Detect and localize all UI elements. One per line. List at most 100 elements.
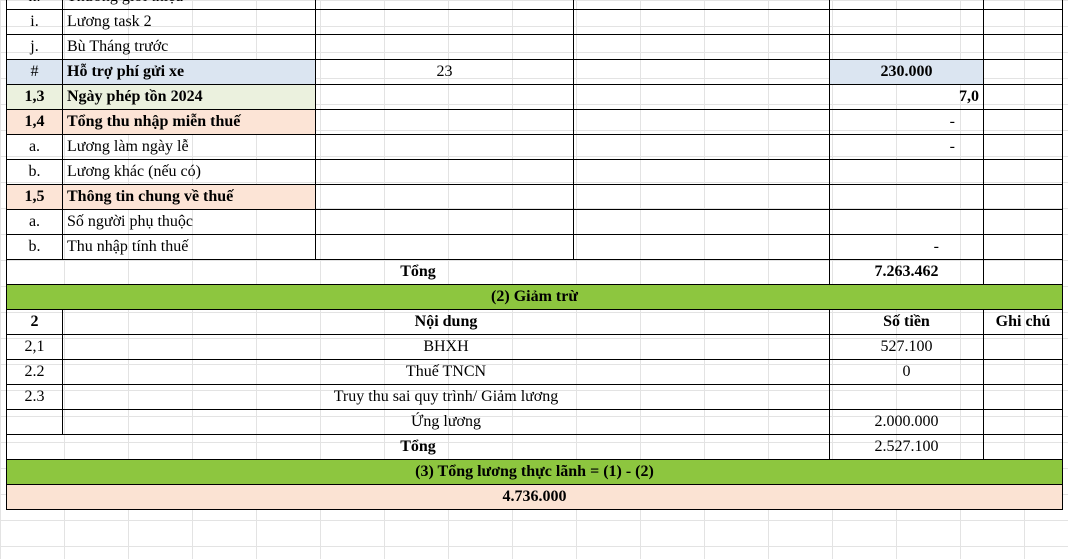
income-row-other: b. Lương khác (nếu có) <box>6 159 1063 185</box>
row-qty[interactable] <box>315 134 574 160</box>
row-amount[interactable] <box>829 159 984 185</box>
row-note[interactable] <box>983 109 1063 135</box>
row-empty[interactable] <box>573 209 830 235</box>
row-no[interactable]: # <box>6 59 63 85</box>
row-amount[interactable]: 527.100 <box>829 334 984 360</box>
row-no[interactable]: b. <box>6 159 63 185</box>
row-empty[interactable] <box>573 84 830 110</box>
row-qty[interactable] <box>315 109 574 135</box>
row-note[interactable] <box>983 234 1063 260</box>
row-desc[interactable]: Ngày phép tồn 2024 <box>62 84 316 110</box>
row-amount[interactable]: 2.000.000 <box>829 409 984 435</box>
row-note[interactable] <box>983 259 1063 285</box>
deduction-row: 2.2 Thuế TNCN 0 <box>6 359 1063 385</box>
row-no[interactable]: j. <box>6 34 63 60</box>
row-qty[interactable] <box>315 34 574 60</box>
row-note[interactable] <box>983 0 1063 10</box>
row-desc[interactable]: BHXH <box>62 334 830 360</box>
net-title[interactable]: (3) Tổng lương thực lãnh = (1) - (2) <box>6 459 1063 485</box>
row-note[interactable] <box>983 434 1063 460</box>
income-row-taxinfo: 1,5 Thông tin chung về thuế <box>6 184 1063 210</box>
row-qty[interactable] <box>315 9 574 35</box>
row-empty[interactable] <box>573 0 830 10</box>
row-amount[interactable] <box>829 184 984 210</box>
row-no[interactable]: a. <box>6 134 63 160</box>
row-no[interactable]: a. <box>6 209 63 235</box>
row-desc[interactable]: Tổng thu nhập miễn thuế <box>62 109 316 135</box>
row-note[interactable] <box>983 84 1063 110</box>
row-note[interactable] <box>983 209 1063 235</box>
row-no[interactable] <box>6 409 63 435</box>
income-row-taxable: b. Thu nhập tính thuế - <box>6 234 1063 260</box>
row-desc[interactable]: Thông tin chung về thuế <box>62 184 316 210</box>
row-note[interactable] <box>983 409 1063 435</box>
row-desc[interactable]: Truy thu sai quy trình/ Giảm lương <box>62 384 830 410</box>
row-empty[interactable] <box>573 34 830 60</box>
row-empty[interactable] <box>573 134 830 160</box>
row-amount[interactable] <box>829 384 984 410</box>
row-empty[interactable] <box>573 184 830 210</box>
row-amount[interactable] <box>829 209 984 235</box>
row-amount[interactable]: 230.000 <box>829 59 984 85</box>
row-amount[interactable]: - <box>829 109 984 135</box>
row-no[interactable]: i. <box>6 9 63 35</box>
row-note[interactable] <box>983 9 1063 35</box>
row-qty[interactable] <box>315 234 574 260</box>
row-amount[interactable]: - <box>829 134 984 160</box>
row-qty[interactable] <box>315 159 574 185</box>
deduction-total-amount[interactable]: 2.527.100 <box>829 434 984 460</box>
row-desc[interactable]: Lương làm ngày lễ <box>62 134 316 160</box>
row-desc[interactable]: Bù Tháng trước <box>62 34 316 60</box>
row-qty[interactable]: 23 <box>315 59 574 85</box>
row-qty[interactable] <box>315 84 574 110</box>
row-desc[interactable]: Thuế TNCN <box>62 359 830 385</box>
row-desc[interactable]: Lương khác (nếu có) <box>62 159 316 185</box>
row-amount[interactable]: - <box>829 234 984 260</box>
row-qty[interactable] <box>315 209 574 235</box>
row-desc[interactable]: Ứng lương <box>62 409 830 435</box>
header-no[interactable]: 2 <box>6 309 63 335</box>
row-empty[interactable] <box>573 234 830 260</box>
row-desc[interactable]: Thu nhập tính thuế <box>62 234 316 260</box>
row-empty[interactable] <box>573 159 830 185</box>
row-desc[interactable]: Thưởng giới thiệu <box>62 0 316 10</box>
row-no[interactable]: 2.3 <box>6 384 63 410</box>
net-amount[interactable]: 4.736.000 <box>6 484 1063 510</box>
row-empty[interactable] <box>573 109 830 135</box>
row-note[interactable] <box>983 159 1063 185</box>
row-amount[interactable] <box>829 9 984 35</box>
header-desc[interactable]: Nội dung <box>62 309 830 335</box>
row-no[interactable]: 1,3 <box>6 84 63 110</box>
row-note[interactable] <box>983 134 1063 160</box>
row-empty[interactable] <box>573 9 830 35</box>
row-amount[interactable] <box>829 0 984 10</box>
income-total-amount[interactable]: 7.263.462 <box>829 259 984 285</box>
row-note[interactable] <box>983 184 1063 210</box>
income-total-label[interactable]: Tổng <box>6 259 830 285</box>
row-no[interactable]: 1,4 <box>6 109 63 135</box>
row-no[interactable]: 2,1 <box>6 334 63 360</box>
row-note[interactable] <box>983 334 1063 360</box>
row-no[interactable]: b. <box>6 234 63 260</box>
row-no[interactable]: h. <box>6 0 63 10</box>
row-amount[interactable] <box>829 34 984 60</box>
row-note[interactable] <box>983 359 1063 385</box>
header-note[interactable]: Ghi chú <box>983 309 1063 335</box>
row-note[interactable] <box>983 34 1063 60</box>
row-empty[interactable] <box>573 59 830 85</box>
row-qty[interactable] <box>315 184 574 210</box>
row-desc[interactable]: Lương task 2 <box>62 9 316 35</box>
deduction-section-header: (2) Giảm trừ <box>6 284 1063 310</box>
row-note[interactable] <box>983 59 1063 85</box>
deduction-title[interactable]: (2) Giảm trừ <box>6 284 1063 310</box>
row-desc[interactable]: Số người phụ thuộc <box>62 209 316 235</box>
row-no[interactable]: 2.2 <box>6 359 63 385</box>
deduction-total-label[interactable]: Tổng <box>6 434 830 460</box>
row-no[interactable]: 1,5 <box>6 184 63 210</box>
row-amount[interactable]: 7,0 <box>829 84 984 110</box>
row-desc[interactable]: Hỗ trợ phí gửi xe <box>62 59 316 85</box>
row-qty[interactable] <box>315 0 574 10</box>
row-note[interactable] <box>983 384 1063 410</box>
header-amount[interactable]: Số tiền <box>829 309 984 335</box>
row-amount[interactable]: 0 <box>829 359 984 385</box>
